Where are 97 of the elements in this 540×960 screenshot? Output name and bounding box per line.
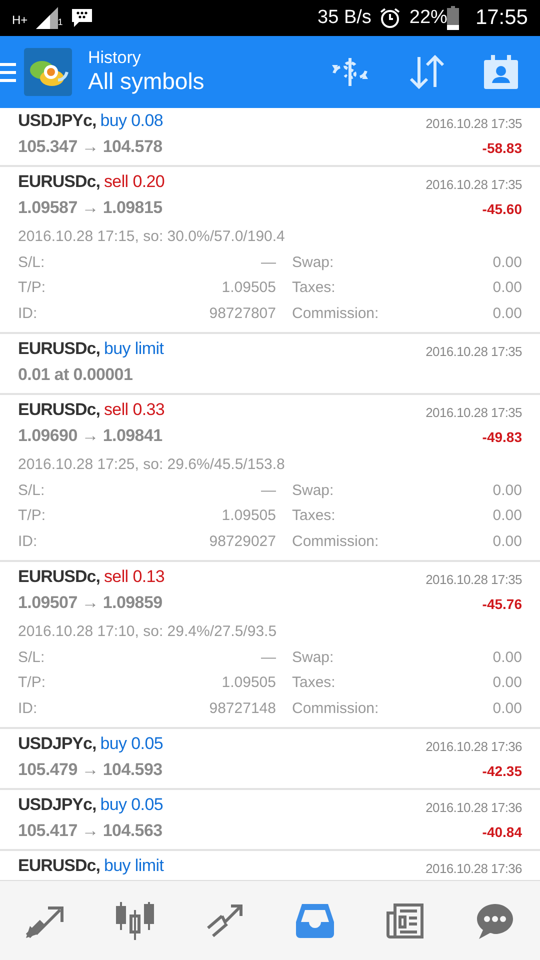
trade-prices: 105.417 → 104.563 — [18, 820, 164, 842]
detail-label: T/P: — [18, 278, 47, 298]
diagonal-arrows-icon[interactable] — [26, 904, 64, 938]
battery-icon — [447, 6, 460, 30]
detail-value: 98727807 — [208, 304, 276, 324]
detail-value: 98729027 — [208, 532, 276, 552]
symbol-name: EURUSDc, — [18, 171, 100, 193]
trade-action: sell 0.33 — [104, 399, 165, 421]
screen-title: History — [88, 48, 142, 68]
trade-prices: 105.347 → 104.578 — [18, 136, 164, 158]
detail-value: 0.00 — [492, 278, 522, 298]
detail-label: S/L: — [18, 648, 46, 668]
trade-action: buy limit — [104, 338, 164, 360]
trade-profit: -45.60 — [482, 200, 522, 218]
detail-value: — — [260, 480, 276, 500]
detail-value: 98727148 — [208, 698, 276, 718]
trade-prices: 105.479 → 104.593 — [18, 758, 164, 780]
trade-time: 2016.10.28 17:36 — [426, 799, 522, 817]
screen-subtitle[interactable]: All symbols — [88, 68, 204, 96]
symbol-name: USDJPYc, — [18, 110, 96, 132]
newspaper-icon[interactable] — [386, 902, 424, 938]
trade-time: 2016.10.28 17:35 — [426, 571, 522, 589]
trade-profit: -42.35 — [482, 762, 522, 780]
detail-label: Swap: — [292, 252, 335, 272]
trade-time: 2016.10.28 17:36 — [426, 738, 522, 756]
chat-bubble-icon[interactable] — [476, 902, 514, 938]
trade-action: buy 0.05 — [100, 794, 164, 816]
detail-label: ID: — [18, 698, 38, 718]
detail-value: 0.00 — [492, 648, 522, 668]
detail-label: ID: — [18, 532, 38, 552]
trade-time: 2016.10.28 17:35 — [426, 343, 522, 361]
trade-time: 2016.10.28 17:35 — [426, 404, 522, 422]
symbol-name: EURUSDc, — [18, 338, 100, 360]
trade-action: sell 0.20 — [104, 171, 165, 193]
detail-value: 0.00 — [492, 506, 522, 526]
trade-info: 2016.10.28 17:25, so: 29.6%/45.5/153.8 — [18, 455, 286, 475]
detail-label: T/P: — [18, 673, 47, 693]
trade-time: 2016.10.28 17:35 — [426, 176, 522, 194]
detail-value: 1.09505 — [220, 673, 276, 693]
signal-icon — [36, 7, 58, 29]
detail-label: Swap: — [292, 648, 335, 668]
network-speed: 35 B/s — [318, 6, 372, 30]
trade-prices: 1.09587 → 1.09815 — [18, 196, 164, 218]
symbol-name: EURUSDc, — [18, 566, 100, 588]
trade-action: sell 0.13 — [104, 566, 165, 588]
detail-label: Taxes: — [292, 673, 336, 693]
detail-value: 0.00 — [492, 532, 522, 552]
trade-prices: 1.09507 → 1.09859 — [18, 592, 164, 614]
trade-prices: 1.09690 → 1.09841 — [18, 424, 164, 446]
detail-value: — — [260, 648, 276, 668]
detail-label: Swap: — [292, 480, 335, 500]
trade-info: 2016.10.28 17:15, so: 30.0%/57.0/190.4 — [18, 227, 286, 247]
trade-profit: -58.83 — [482, 138, 522, 158]
detail-label: S/L: — [18, 252, 46, 272]
network-type: H+ — [12, 12, 28, 29]
detail-label: T/P: — [18, 506, 47, 526]
menu-icon[interactable] — [0, 60, 16, 84]
detail-value: 0.00 — [492, 252, 522, 272]
symbol-name: USDJPYc, — [18, 794, 96, 816]
detail-label: Taxes: — [292, 506, 336, 526]
detail-value: 0.00 — [492, 673, 522, 693]
detail-label: Taxes: — [292, 278, 336, 298]
symbol-name: EURUSDc, — [18, 399, 100, 421]
trade-action: buy limit — [104, 855, 164, 877]
trade-profit: -40.84 — [482, 822, 522, 842]
detail-value: — — [260, 252, 276, 272]
detail-value: 0.00 — [492, 480, 522, 500]
message-icon — [70, 8, 93, 28]
detail-label: Commission: — [292, 698, 379, 718]
contact-calendar-icon[interactable] — [484, 55, 518, 89]
trade-time: 2016.10.28 17:36 — [426, 860, 522, 878]
detail-label: Commission: — [292, 532, 379, 552]
detail-label: S/L: — [18, 480, 46, 500]
detail-value: 0.00 — [492, 698, 522, 718]
candlestick-icon[interactable] — [116, 902, 154, 940]
trade-time: 2016.10.28 17:35 — [426, 115, 522, 133]
inbox-icon[interactable] — [296, 904, 334, 938]
trade-prices: 0.01 at 0.00001 — [18, 364, 134, 386]
trade-info: 2016.10.28 17:10, so: 29.4%/27.5/93.5 — [18, 622, 278, 642]
detail-value: 1.09505 — [220, 506, 276, 526]
detail-label: ID: — [18, 304, 38, 324]
clock: 17:55 — [475, 5, 528, 32]
alarm-icon — [379, 7, 402, 29]
app-logo-icon[interactable] — [24, 48, 72, 96]
trade-profit: -49.83 — [482, 428, 522, 446]
trade-action: buy 0.05 — [100, 733, 164, 755]
detail-value: 1.09505 — [220, 278, 276, 298]
sort-icon[interactable] — [408, 55, 446, 89]
symbol-name: USDJPYc, — [18, 733, 96, 755]
trade-profit: -45.76 — [482, 594, 522, 614]
trade-action: buy 0.08 — [100, 110, 164, 132]
detail-label: Commission: — [292, 304, 379, 324]
symbol-name: EURUSDc, — [18, 855, 100, 877]
trend-arrow-icon[interactable] — [207, 904, 243, 938]
battery-percent: 22% — [409, 6, 448, 30]
detail-value: 0.00 — [492, 304, 522, 324]
sim-number: 1 — [58, 16, 63, 28]
